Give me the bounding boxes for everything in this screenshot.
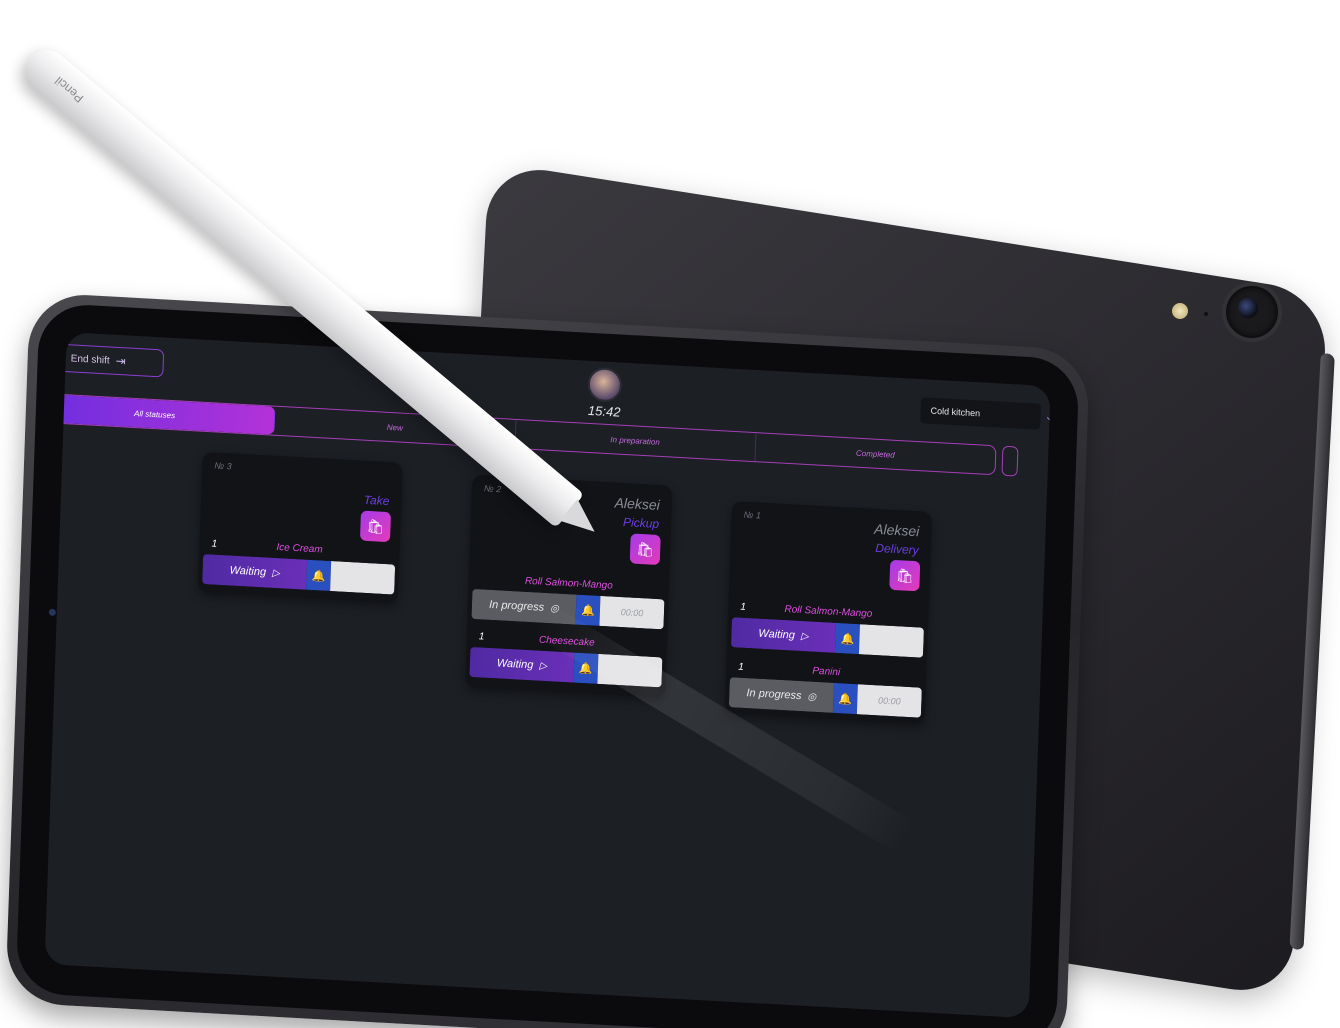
- order-number: № 3: [214, 460, 232, 472]
- item-controls: Waiting ▷ 🔔: [730, 617, 924, 658]
- order-type: Take: [363, 492, 390, 509]
- pencil-brand-logo: Pencil: [52, 73, 87, 106]
- tab-label: New: [386, 422, 404, 433]
- tab-in-preparation[interactable]: In preparation: [514, 419, 757, 462]
- customer-name: Aleksei: [614, 494, 661, 513]
- tab-label: Completed: [855, 448, 895, 460]
- order-type: Delivery: [875, 540, 919, 558]
- tab-label: In preparation: [610, 434, 660, 447]
- pan-icon: ◎: [807, 690, 817, 703]
- tab-all-statuses[interactable]: All statuses: [44, 393, 276, 435]
- customer-name: Aleksei: [873, 520, 920, 540]
- clock: 15:42: [587, 402, 621, 420]
- play-icon: ▷: [539, 660, 548, 672]
- order-type: Pickup: [622, 514, 660, 531]
- tabs-more-button[interactable]: [1001, 445, 1019, 477]
- tab-label: All statuses: [133, 408, 176, 420]
- shopping-bag-icon[interactable]: 🛍: [359, 510, 391, 543]
- order-number: № 1: [743, 509, 762, 521]
- front-tablet: End shift ⇥ 15:42 Cold kitchen ⌄ All sta…: [5, 292, 1090, 1028]
- in-progress-button[interactable]: In progress ◎: [728, 677, 834, 713]
- order-item: 1 Roll Salmon-Mango Waiting ▷ 🔔: [729, 601, 929, 658]
- order-number: № 2: [483, 483, 502, 495]
- order-card: № 1 Aleksei Delivery 🛍 1 Roll Salmon-Man…: [724, 500, 933, 724]
- order-item: Roll Salmon-Mango In progress ◎ 🔔 00:00: [469, 573, 669, 630]
- state-label: Waiting: [229, 564, 267, 579]
- shopping-bag-icon[interactable]: 🛍: [889, 559, 921, 592]
- product-scene: End shift ⇥ 15:42 Cold kitchen ⌄ All sta…: [0, 0, 1340, 1028]
- microphone-dot: [1204, 312, 1208, 316]
- item-controls: Waiting ▷ 🔔: [202, 554, 396, 595]
- order-card: № 3 Take 🛍 1 Ice Cream Waiting ▷ 🔔: [197, 451, 403, 603]
- order-item: 1 Panini In progress ◎ 🔔 00:00: [726, 661, 926, 718]
- timer: 00:00: [599, 595, 665, 630]
- end-shift-label: End shift: [70, 352, 110, 367]
- waiting-button[interactable]: Waiting ▷: [202, 554, 308, 590]
- rear-camera-lens: [1238, 298, 1258, 318]
- shopping-bag-icon[interactable]: 🛍: [629, 533, 661, 566]
- bell-icon[interactable]: 🔔: [834, 622, 860, 655]
- waiting-button[interactable]: Waiting ▷: [730, 617, 836, 653]
- bell-icon[interactable]: 🔔: [306, 559, 332, 592]
- flash-icon: [1172, 303, 1188, 319]
- item-controls: In progress ◎ 🔔 00:00: [728, 677, 922, 718]
- state-label: Waiting: [758, 627, 796, 642]
- timer: 00:00: [856, 684, 922, 718]
- kitchen-display-screen: End shift ⇥ 15:42 Cold kitchen ⌄ All sta…: [44, 332, 1051, 1019]
- timer: [858, 624, 924, 658]
- avatar[interactable]: [587, 366, 623, 403]
- state-label: Waiting: [496, 657, 534, 672]
- state-label: In progress: [746, 687, 802, 703]
- tab-completed[interactable]: Completed: [755, 433, 995, 474]
- timer: [330, 561, 396, 595]
- kitchen-select[interactable]: Cold kitchen ⌄: [920, 397, 1051, 430]
- front-camera-icon: [48, 608, 56, 617]
- play-icon: ▷: [800, 630, 809, 642]
- kitchen-select-value: Cold kitchen: [930, 405, 981, 419]
- back-tablet-edge: [1289, 352, 1335, 951]
- door-exit-icon: ⇥: [115, 353, 126, 369]
- waiting-button[interactable]: Waiting ▷: [469, 646, 575, 683]
- state-label: In progress: [488, 598, 545, 614]
- play-icon: ▷: [271, 567, 280, 579]
- bell-icon[interactable]: 🔔: [832, 682, 858, 715]
